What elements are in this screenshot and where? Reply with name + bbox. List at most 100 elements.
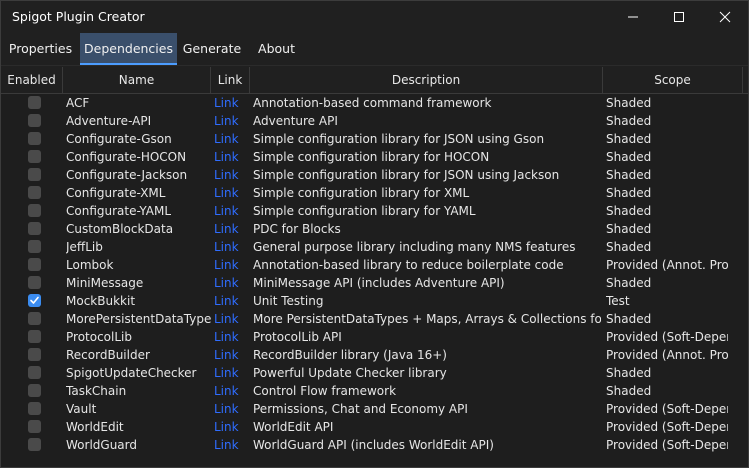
enabled-checkbox[interactable] [28,330,41,343]
column-header-description[interactable]: Description [250,67,603,93]
dependency-link[interactable]: Link [214,274,248,292]
table-body: ACF Link Annotation-based command framewor… [1,94,748,454]
column-header-enabled[interactable]: Enabled [1,67,63,93]
title-bar[interactable]: Spigot Plugin Creator [1,1,748,33]
dependency-description: Adventure API [253,114,338,128]
enabled-checkbox[interactable] [28,276,41,289]
dependency-link[interactable]: Link [214,148,248,166]
tab-generate[interactable]: Generate [177,33,247,65]
enabled-checkbox[interactable] [28,294,41,307]
table-row[interactable]: CustomBlockData Link PDC for Blocks Shaded [1,220,748,238]
table-row[interactable]: WorldEdit Link WorldEdit API Provided (Soft… [1,418,748,436]
dependency-scope: Provided (Soft-Depend [606,438,728,452]
table-row[interactable]: WorldGuard Link WorldGuard API (includes W… [1,436,748,454]
dependency-link[interactable]: Link [214,130,248,148]
tab-label: Dependencies [84,41,173,56]
dependency-link[interactable]: Link [214,418,248,436]
dependency-name: Vault [66,402,97,416]
table-row[interactable]: MorePersistentDataTypes Link More Persiste… [1,310,748,328]
column-header-link[interactable]: Link [211,67,250,93]
enabled-checkbox[interactable] [28,384,41,397]
dependency-link[interactable]: Link [214,220,248,238]
dependency-link[interactable]: Link [214,94,248,112]
column-header-name[interactable]: Name [63,67,211,93]
table-row[interactable]: Configurate-Jackson Link Simple configurat… [1,166,748,184]
table-row[interactable]: JeffLib Link General purpose library inclu… [1,238,748,256]
dependency-description: Simple configuration library for XML [253,186,470,200]
table-row[interactable]: SpigotUpdateChecker Link Powerful Update C… [1,364,748,382]
tab-properties[interactable]: Properties [1,33,80,65]
tab-label: Properties [8,41,73,56]
enabled-checkbox[interactable] [28,186,41,199]
minimize-icon [628,16,638,18]
dependency-link[interactable]: Link [214,112,248,130]
dependency-link[interactable]: Link [214,310,248,328]
column-header-scope[interactable]: Scope [603,67,743,93]
dependency-link[interactable]: Link [214,400,248,418]
dependency-link[interactable]: Link [214,256,248,274]
dependency-name: ProtocolLib [66,330,132,344]
dependency-scope: Provided (Annot. Proc.) [606,348,728,362]
enabled-checkbox[interactable] [28,348,41,361]
dependency-name: MorePersistentDataTypes [66,312,211,326]
table-row[interactable]: Vault Link Permissions, Chat and Economy A… [1,400,748,418]
table-row[interactable]: Lombok Link Annotation-based library to re… [1,256,748,274]
dependency-name: Configurate-XML [66,186,166,200]
enabled-checkbox[interactable] [28,438,41,451]
dependency-link[interactable]: Link [214,382,248,400]
dependency-name: TaskChain [66,384,127,398]
table-row[interactable]: Configurate-XML Link Simple configuration … [1,184,748,202]
tab-dependencies[interactable]: Dependencies [80,33,177,65]
maximize-icon [674,12,684,22]
table-row[interactable]: Configurate-HOCON Link Simple configuratio… [1,148,748,166]
dependency-link[interactable]: Link [214,364,248,382]
table-row[interactable]: ACF Link Annotation-based command framewor… [1,94,748,112]
enabled-checkbox[interactable] [28,150,41,163]
maximize-button[interactable] [656,1,702,33]
enabled-checkbox[interactable] [28,222,41,235]
enabled-checkbox[interactable] [28,258,41,271]
dependency-description: RecordBuilder library (Java 16+) [253,348,447,362]
enabled-checkbox[interactable] [28,366,41,379]
app-window: Spigot Plugin Creator Properties Depende… [0,0,749,468]
dependency-link[interactable]: Link [214,346,248,364]
close-button[interactable] [702,1,748,33]
dependency-link[interactable]: Link [214,292,248,310]
dependencies-table[interactable]: Enabled Name Link Description Scope ACF L… [1,67,748,467]
enabled-checkbox[interactable] [28,204,41,217]
dependency-description: WorldGuard API (includes WorldEdit API) [253,438,494,452]
dependency-scope: Shaded [606,114,652,128]
enabled-checkbox[interactable] [28,96,41,109]
tab-about[interactable]: About [247,33,306,65]
dependency-scope: Shaded [606,240,652,254]
table-row[interactable]: MiniMessage Link MiniMessage API (includes… [1,274,748,292]
table-row[interactable]: Configurate-Gson Link Simple configuration… [1,130,748,148]
table-row[interactable]: Adventure-API Link Adventure API Shaded [1,112,748,130]
table-row[interactable]: RecordBuilder Link RecordBuilder library (… [1,346,748,364]
dependency-link[interactable]: Link [214,202,248,220]
table-row[interactable]: TaskChain Link Control Flow framework Shade… [1,382,748,400]
enabled-checkbox[interactable] [28,114,41,127]
dependency-name: Configurate-Gson [66,132,172,146]
enabled-checkbox[interactable] [28,240,41,253]
dependency-link[interactable]: Link [214,328,248,346]
dependency-description: Annotation-based command framework [253,96,492,110]
enabled-checkbox[interactable] [28,168,41,181]
dependency-description: Simple configuration library for YAML [253,204,476,218]
table-row[interactable]: MockBukkit Link Unit Testing Test [1,292,748,310]
dependency-link[interactable]: Link [214,238,248,256]
tab-label: About [258,41,295,56]
dependency-name: MiniMessage [66,276,144,290]
dependency-link[interactable]: Link [214,166,248,184]
table-row[interactable]: Configurate-YAML Link Simple configuration… [1,202,748,220]
dependency-link[interactable]: Link [214,436,248,454]
table-row[interactable]: ProtocolLib Link ProtocolLib API Provided (… [1,328,748,346]
enabled-checkbox[interactable] [28,402,41,415]
dependency-name: ACF [66,96,90,110]
enabled-checkbox[interactable] [28,132,41,145]
dependency-name: Configurate-YAML [66,204,172,218]
enabled-checkbox[interactable] [28,420,41,433]
enabled-checkbox[interactable] [28,312,41,325]
minimize-button[interactable] [610,1,656,33]
dependency-link[interactable]: Link [214,184,248,202]
